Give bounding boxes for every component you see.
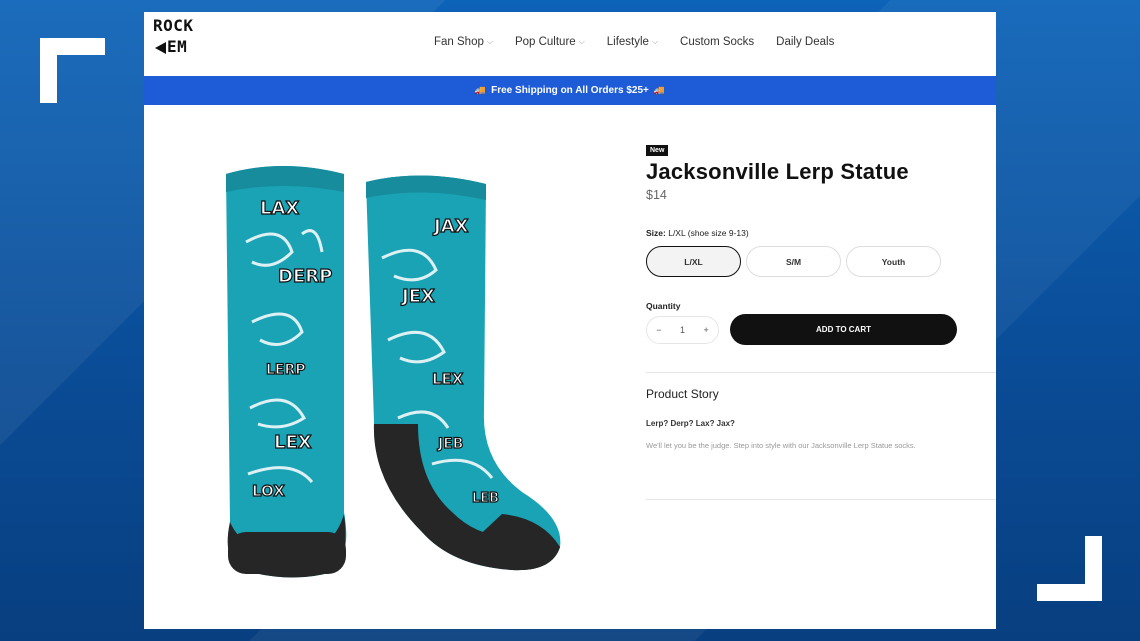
logo-line-2: EM: [153, 36, 205, 57]
corner-bracket-top-left: [40, 38, 105, 103]
truck-icon: 🚚: [653, 85, 666, 95]
logo-line-1: ROCK: [153, 16, 194, 35]
sock-word: LEB: [472, 491, 499, 506]
product-price: $14: [646, 188, 667, 202]
nav-fan-shop-label: Fan Shop: [434, 36, 484, 48]
product-title: Jacksonville Lerp Statue: [646, 159, 909, 184]
size-label-value: L/XL (shoe size 9-13): [668, 228, 749, 238]
size-options: L/XL S/M Youth: [646, 246, 996, 277]
nav-lifestyle-label: Lifestyle: [606, 36, 649, 48]
quantity-stepper: − 1 +: [646, 315, 719, 344]
size-option-l-xl[interactable]: L/XL: [646, 246, 741, 277]
chevron-down-icon: ⌵: [486, 37, 493, 46]
nav-daily-deals-label: Daily Deals: [776, 36, 835, 48]
sock-word: JEB: [437, 436, 463, 452]
product-story-question: Lerp? Derp? Lax? Jax?: [646, 419, 735, 428]
size-label-key: Size:: [646, 228, 666, 238]
nav-pop-culture-label: Pop Culture: [514, 36, 576, 48]
logo-line-2-text: EM: [167, 37, 188, 56]
product-info: New Jacksonville Lerp Statue $14 Size: L…: [646, 139, 996, 500]
divider: [646, 372, 996, 373]
sock-word: LOX: [252, 482, 285, 500]
quantity-value[interactable]: 1: [680, 325, 685, 335]
sock-word: JEX: [400, 286, 435, 307]
nav-custom-socks[interactable]: Custom Socks: [680, 36, 754, 48]
product-story-title[interactable]: Product Story: [646, 387, 996, 401]
nav-lifestyle[interactable]: Lifestyle ⌵: [607, 36, 658, 48]
sock-word: LAX: [260, 198, 299, 219]
increase-quantity-button[interactable]: +: [703, 325, 708, 335]
size-option-s-m[interactable]: S/M: [746, 246, 841, 277]
product-story-text: We'll let you be the judge. Step into st…: [646, 441, 916, 450]
sock-word: LEX: [432, 370, 464, 388]
quantity-label: Quantity: [646, 301, 681, 311]
sock-word: JAX: [432, 216, 469, 237]
new-badge: New: [646, 145, 669, 156]
sock-word: LERP: [266, 362, 306, 378]
shipping-banner[interactable]: 🚚 Free Shipping on All Orders $25+ 🚚: [144, 76, 996, 105]
divider: [646, 499, 996, 500]
browser-page: ROCK EM Fan Shop ⌵ Pop Culture ⌵ Lifestyle…: [144, 12, 996, 629]
chevron-down-icon: ⌵: [651, 37, 659, 46]
add-to-cart-button[interactable]: ADD TO CART: [730, 314, 957, 345]
main-nav: Fan Shop ⌵ Pop Culture ⌵ Lifestyle ⌵ Custom…: [434, 36, 834, 48]
decrease-quantity-button[interactable]: −: [656, 325, 661, 335]
nav-pop-culture[interactable]: Pop Culture ⌵: [515, 36, 585, 48]
corner-bracket-bottom-right: [1037, 536, 1102, 601]
nav-daily-deals[interactable]: Daily Deals: [776, 36, 834, 48]
nav-fan-shop[interactable]: Fan Shop ⌵: [434, 36, 493, 48]
product-image-socks: LAX DERP LERP LEX LOX JAX JEX LEX JEB LE…: [226, 166, 561, 578]
rock-em-logo[interactable]: ROCK EM: [153, 15, 205, 67]
size-option-youth[interactable]: Youth: [846, 246, 941, 277]
truck-icon: 🚚: [474, 85, 487, 95]
site-header: ROCK EM Fan Shop ⌵ Pop Culture ⌵ Lifestyle…: [144, 12, 996, 76]
quantity-row: − 1 + ADD TO CART: [646, 314, 996, 345]
sock-word: DERP: [278, 266, 332, 287]
nav-custom-socks-label: Custom Socks: [680, 36, 755, 48]
chevron-down-icon: ⌵: [578, 37, 585, 46]
sock-word: LEX: [274, 432, 312, 453]
size-label: Size: L/XL (shoe size 9-13): [646, 228, 996, 238]
shipping-banner-text: Free Shipping on All Orders $25+: [491, 85, 649, 96]
logo-arrow-icon: [155, 41, 166, 54]
